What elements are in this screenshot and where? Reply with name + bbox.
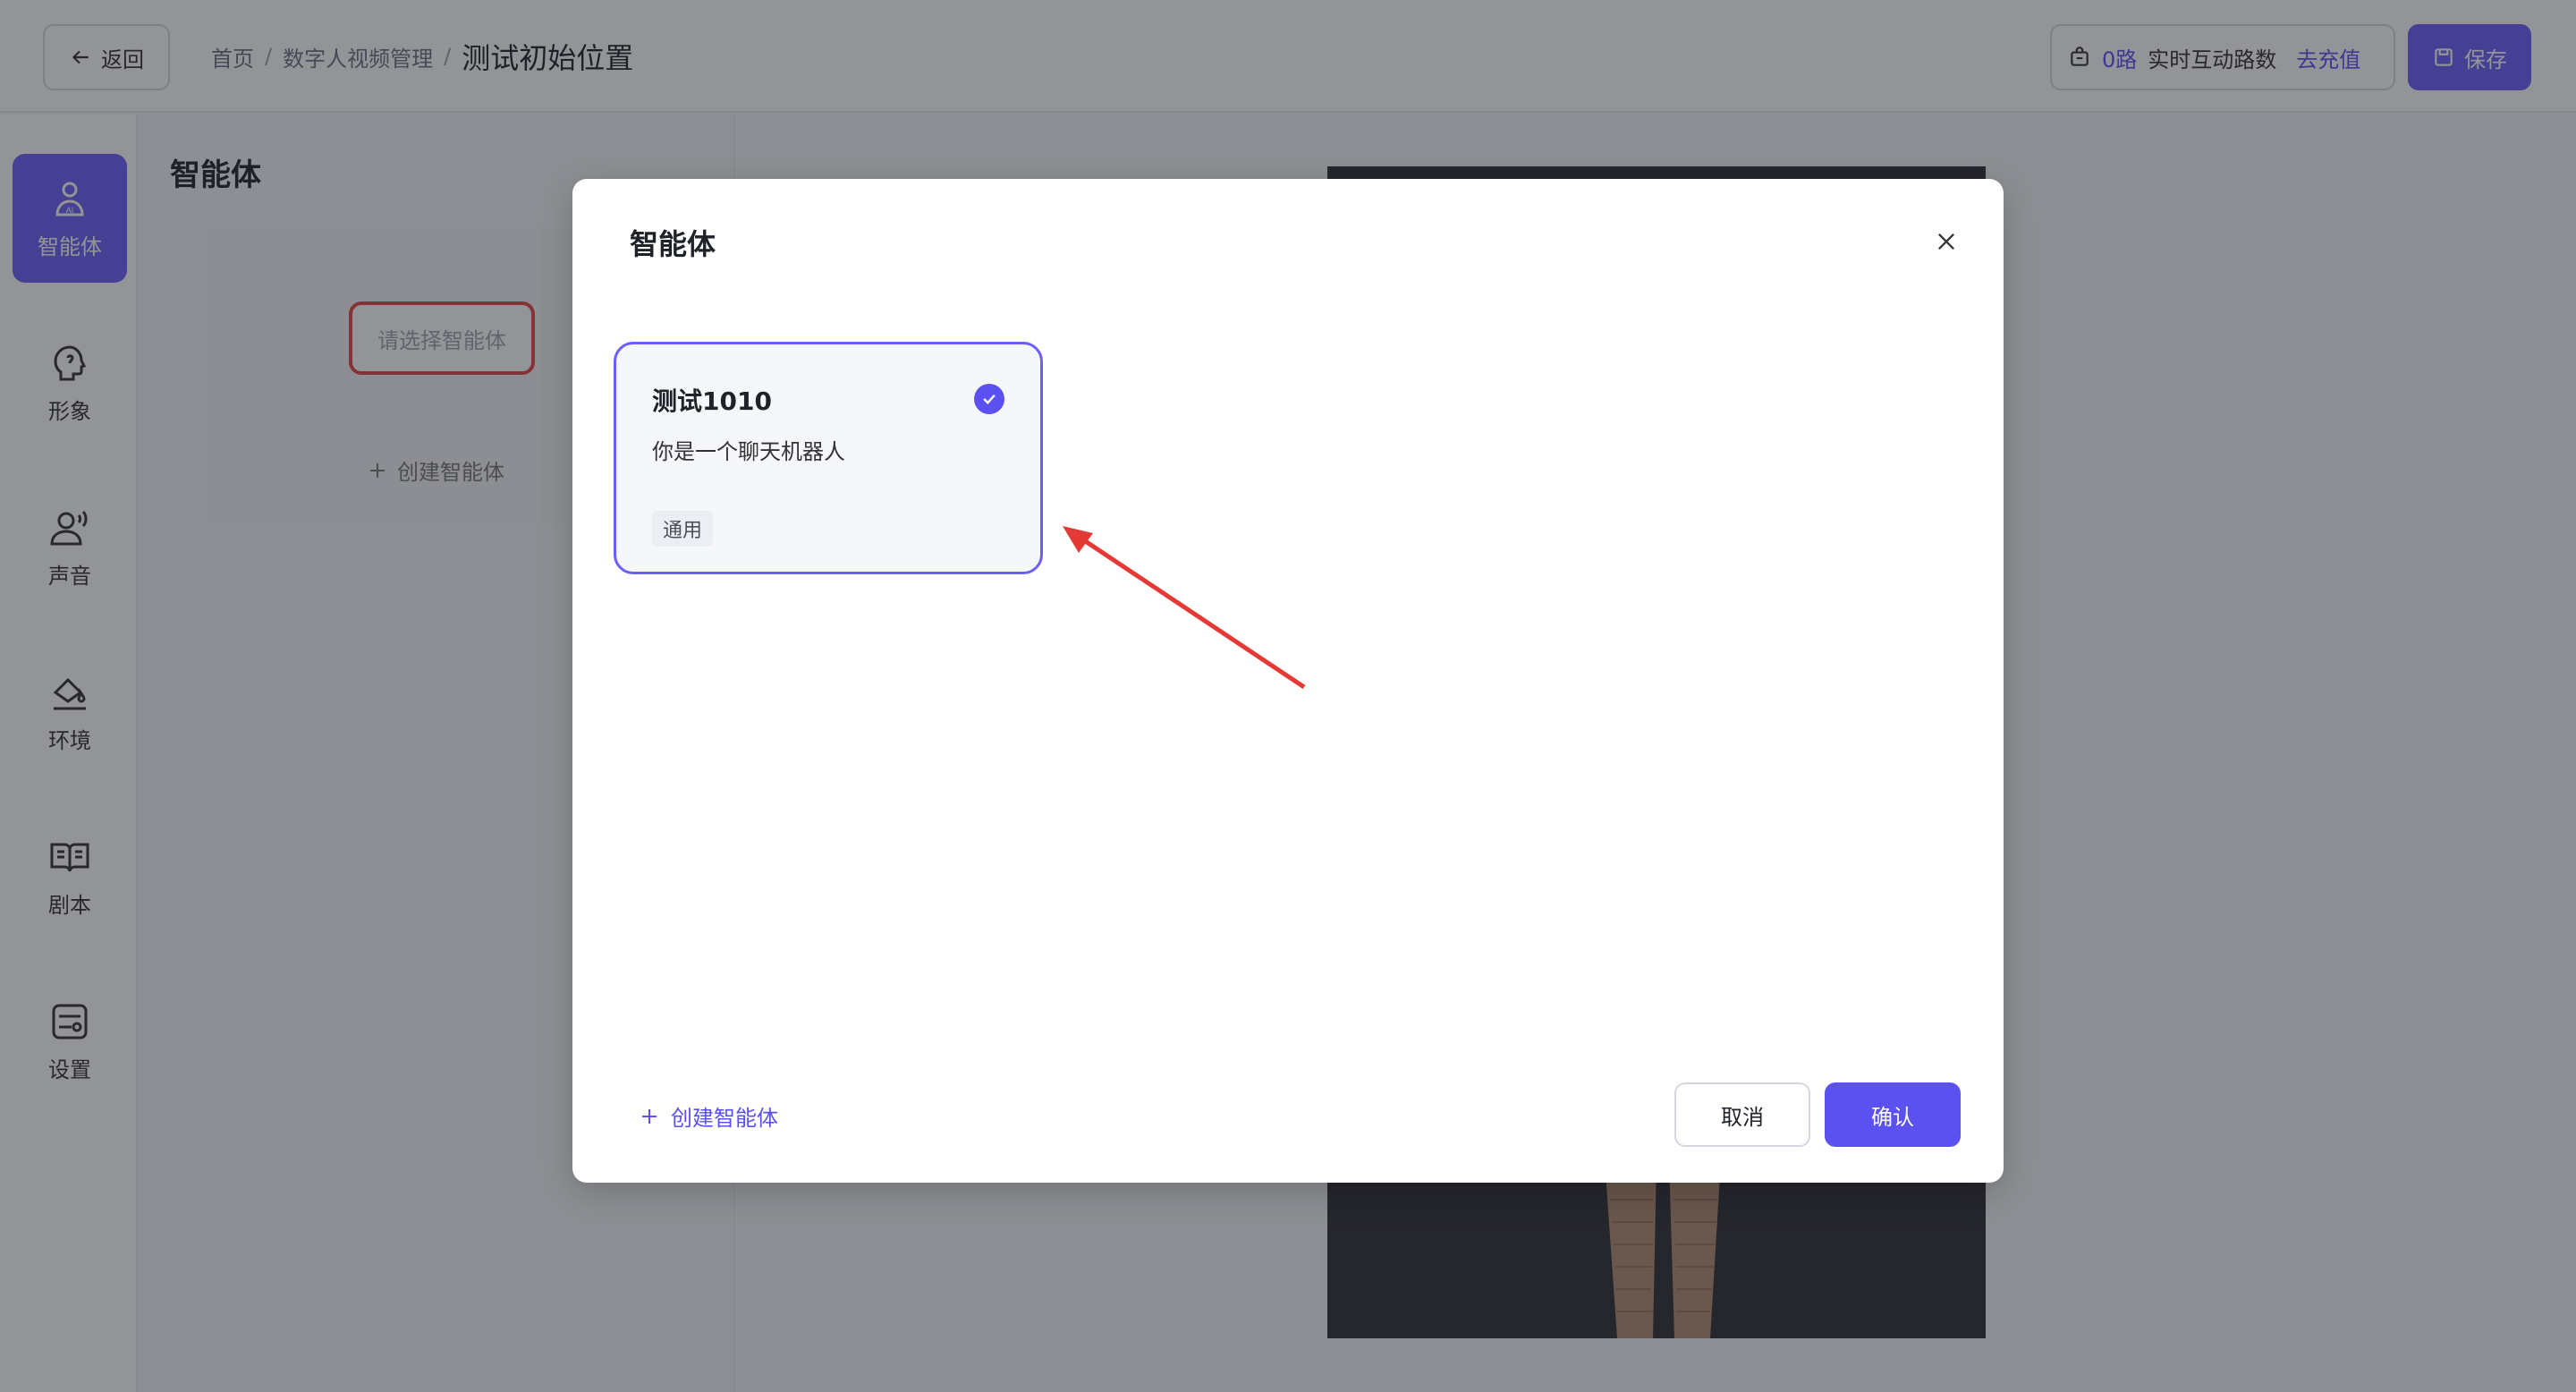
check-icon xyxy=(983,394,996,404)
agent-select-dialog: 智能体 测试1010 你是一个聊天机器人 通用 创建智能体 取消 确认 xyxy=(572,179,2004,1183)
agent-tag: 通用 xyxy=(652,511,714,547)
confirm-button[interactable]: 确认 xyxy=(1825,1082,1961,1147)
dialog-create-agent-label: 创建智能体 xyxy=(671,1106,778,1131)
agent-description: 你是一个聊天机器人 xyxy=(652,439,845,464)
selected-check xyxy=(974,384,1004,414)
dialog-title: 智能体 xyxy=(630,227,716,261)
dialog-create-agent-link[interactable]: 创建智能体 xyxy=(639,1100,778,1132)
close-icon xyxy=(1938,233,1954,250)
cancel-button[interactable]: 取消 xyxy=(1674,1082,1810,1147)
agent-name: 测试1010 xyxy=(652,386,772,416)
plus-icon xyxy=(642,1108,657,1124)
agent-card[interactable]: 测试1010 你是一个聊天机器人 通用 xyxy=(614,342,1043,574)
close-button[interactable] xyxy=(1928,224,1964,259)
